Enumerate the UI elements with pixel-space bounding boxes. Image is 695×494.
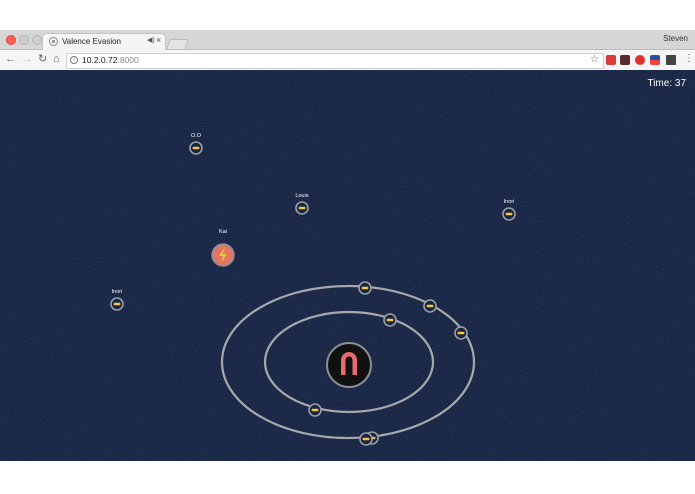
player-electron	[110, 297, 124, 311]
profile-name[interactable]: Steven	[663, 34, 688, 43]
extension-red-icon[interactable]	[606, 55, 616, 65]
extension-bird-icon[interactable]	[620, 55, 630, 65]
browser-toolbar: ← → ↻ ⌂ i 10.2.0.72:8000 ☆ ⋮	[0, 50, 695, 71]
adblock-icon[interactable]	[635, 55, 645, 65]
nucleus	[326, 342, 372, 388]
url-text[interactable]: 10.2.0.72:8000	[82, 55, 139, 65]
timer-label: Time: 37	[647, 78, 686, 89]
flag-extension-icon[interactable]	[650, 55, 660, 65]
player-name-label: Inori	[112, 289, 123, 295]
extension-window-icon[interactable]	[666, 55, 676, 65]
kebab-menu-icon[interactable]: ⋮	[684, 53, 694, 64]
player-name-label: O.O	[191, 133, 202, 139]
back-arrow-icon[interactable]: ←	[5, 53, 16, 66]
forward-arrow-icon[interactable]: →	[22, 53, 33, 66]
player-electron	[295, 201, 309, 215]
player-name-label: Inori	[504, 199, 515, 205]
player-name-label: Kai	[219, 229, 227, 235]
url-port: :8000	[117, 55, 139, 65]
game-scene[interactable]: O.O Louis Inori Kai Inori	[0, 70, 695, 461]
minimize-window-button[interactable]	[19, 35, 29, 45]
bonded-electron	[383, 313, 397, 327]
bonded-electron	[359, 432, 373, 446]
browser-window: Valence Evasion ◀) × Steven ← → ↻ ⌂ i 10…	[0, 30, 695, 461]
bonded-electron	[454, 326, 468, 340]
star-icon[interactable]: ☆	[590, 54, 599, 65]
player-inori-left: Inori	[110, 289, 124, 311]
player-louis: Louis	[295, 193, 309, 215]
home-icon[interactable]: ⌂	[53, 53, 60, 66]
starfield-texture	[0, 70, 695, 461]
tab-title: Valence Evasion	[62, 37, 121, 46]
player-inori-right: Inori	[502, 199, 516, 221]
player-name-label: Louis	[295, 193, 308, 199]
loading-favicon-icon	[49, 37, 58, 46]
close-tab-icon[interactable]: ×	[156, 35, 161, 45]
address-bar[interactable]: i 10.2.0.72:8000 ☆	[66, 53, 604, 69]
new-tab-button[interactable]	[166, 39, 189, 49]
player-electron	[502, 207, 516, 221]
maximize-window-button[interactable]	[32, 35, 42, 45]
close-window-button[interactable]	[6, 35, 16, 45]
game-canvas[interactable]: O.O Louis Inori Kai Inori Time: 37	[0, 70, 695, 461]
player-oo: O.O	[189, 133, 203, 155]
title-bar: Valence Evasion ◀) × Steven	[0, 30, 695, 51]
info-icon[interactable]: i	[70, 56, 78, 64]
bonded-electron	[423, 299, 437, 313]
bonded-electron	[308, 403, 322, 417]
speaker-icon[interactable]: ◀)	[147, 36, 155, 44]
bonded-electron	[358, 281, 372, 295]
reload-icon[interactable]: ↻	[38, 53, 47, 66]
browser-tab[interactable]: Valence Evasion ◀) ×	[42, 33, 166, 51]
url-host: 10.2.0.72	[82, 55, 118, 65]
player-electron	[189, 141, 203, 155]
